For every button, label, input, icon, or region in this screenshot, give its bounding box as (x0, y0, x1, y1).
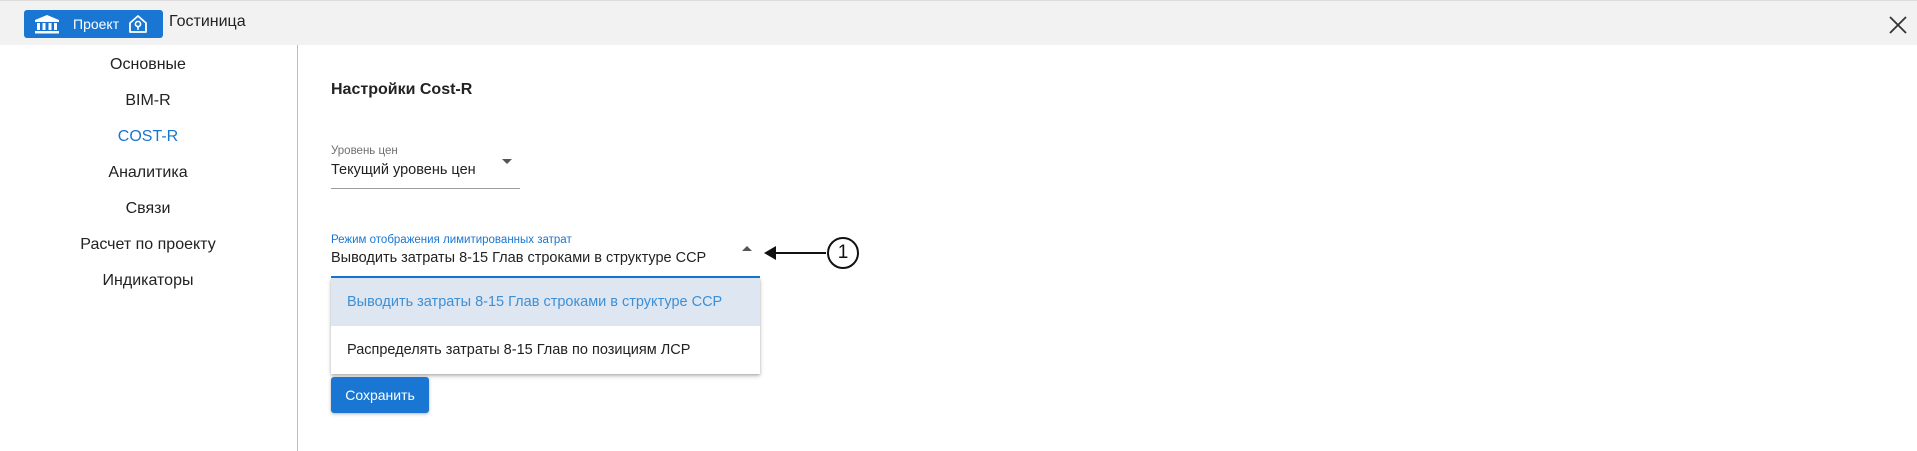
sidebar-item-indicators[interactable]: Индикаторы (0, 271, 296, 291)
display-mode-value: Выводить затраты 8-15 Глав строками в ст… (331, 250, 707, 266)
callout-number: 1 (827, 237, 859, 269)
display-mode-dropdown: Выводить затраты 8-15 Глав строками в ст… (331, 278, 760, 374)
dropdown-option-rows-in-ssr[interactable]: Выводить затраты 8-15 Глав строками в ст… (331, 278, 760, 326)
page-title: Настройки Cost-R (331, 81, 473, 98)
sidebar-item-project-calc[interactable]: Расчет по проекту (0, 235, 296, 255)
price-level-underline (331, 188, 520, 189)
bank-icon (34, 14, 60, 34)
price-level-label: Уровень цен (331, 145, 398, 157)
sidebar-item-links[interactable]: Связи (0, 199, 296, 219)
project-button-label: Проект (73, 16, 120, 32)
top-bar: Проект Гостиница (0, 0, 1917, 45)
close-icon[interactable] (1887, 14, 1909, 36)
sidebar-item-bim-r[interactable]: BIM-R (0, 91, 296, 111)
price-level-value: Текущий уровень цен (331, 162, 476, 178)
arrow-left-icon (764, 246, 776, 260)
chevron-down-icon[interactable] (502, 159, 512, 164)
sidebar-item-cost-r[interactable]: COST-R (0, 127, 296, 147)
sidebar-item-analytics[interactable]: Аналитика (0, 163, 296, 183)
chevron-up-icon[interactable] (742, 246, 752, 251)
sidebar-item-main[interactable]: Основные (0, 55, 296, 75)
save-button[interactable]: Сохранить (331, 377, 429, 413)
project-name: Гостиница (169, 13, 246, 30)
project-button[interactable]: Проект (24, 10, 163, 38)
dropdown-option-distribute-lsr[interactable]: Распределять затраты 8-15 Глав по позици… (331, 326, 760, 374)
display-mode-label: Режим отображения лимитированных затрат (331, 234, 572, 246)
home-icon (128, 14, 148, 34)
settings-sidebar: Основные BIM-R COST-R Аналитика Связи Ра… (0, 45, 298, 451)
